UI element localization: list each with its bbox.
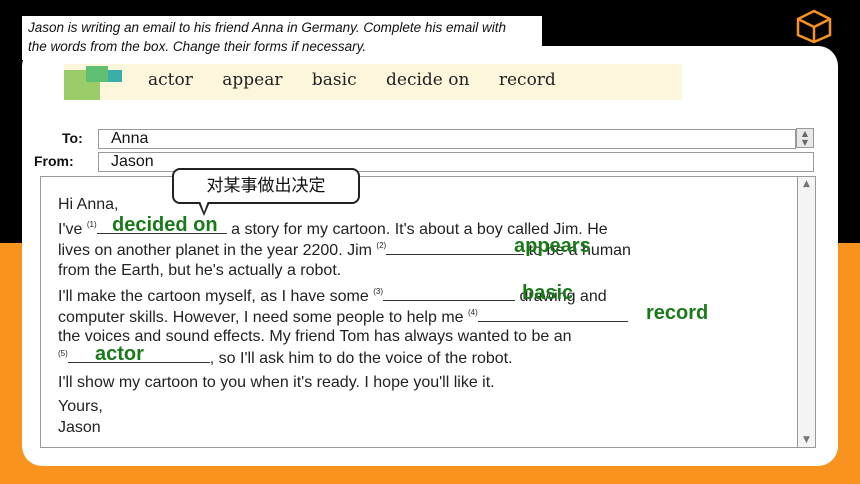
answer-blank[interactable] [382,287,515,301]
blank-number: (3) [373,287,383,296]
callout-tail-inner [200,201,208,212]
decor-square [86,66,108,82]
answer-1: decided on [112,214,218,236]
to-field[interactable]: Anna [98,129,796,149]
answer-blank[interactable] [477,308,628,322]
email-line-3: from the Earth, but he's actually a robo… [58,262,342,279]
email-line-8: I'll show my cartoon to you when it's re… [58,374,495,391]
email-line-5: computer skills. However, I need some pe… [58,308,628,327]
word-box: actor appear basic decide on record [64,64,682,100]
word-item: actor [148,70,193,90]
body-scrollbar[interactable]: ▲ ▼ [797,177,815,447]
instruction-line1: Jason is writing an email to his friend … [28,20,506,35]
answer-blank[interactable] [386,241,525,255]
scroll-up-arrow-icon[interactable]: ▲ [798,179,815,189]
header-scrollbar[interactable]: ▲ ▼ [796,128,814,148]
answer-2: appears [514,235,591,257]
instruction: Jason is writing an email to his friend … [22,16,542,60]
callout-bubble: 对某事做出决定 [172,168,360,204]
blank-number: (2) [376,241,387,250]
instruction-line2: the words from the box. Change their for… [28,39,367,54]
answer-4: record [646,302,709,324]
word-item: appear [222,70,283,90]
word-list: actor appear basic decide on record [148,70,580,90]
email-signature: Jason [58,419,101,436]
word-item: basic [311,70,357,90]
from-label: From: [34,153,74,169]
blank-number: (1) [86,220,97,229]
word-item: decide on [386,70,470,90]
email-closing: Yours, [58,398,103,415]
decor-square [108,70,122,82]
answer-5: actor [95,343,144,365]
to-label: To: [62,130,83,146]
blank-number: (5) [58,349,68,358]
answer-3: basic [522,282,574,304]
cube-logo-icon [796,9,832,44]
blank-number: (4) [468,308,478,317]
word-item: record [498,70,556,90]
scroll-down-arrow-icon[interactable]: ▼ [798,435,815,445]
email-greeting: Hi Anna, [58,196,119,213]
